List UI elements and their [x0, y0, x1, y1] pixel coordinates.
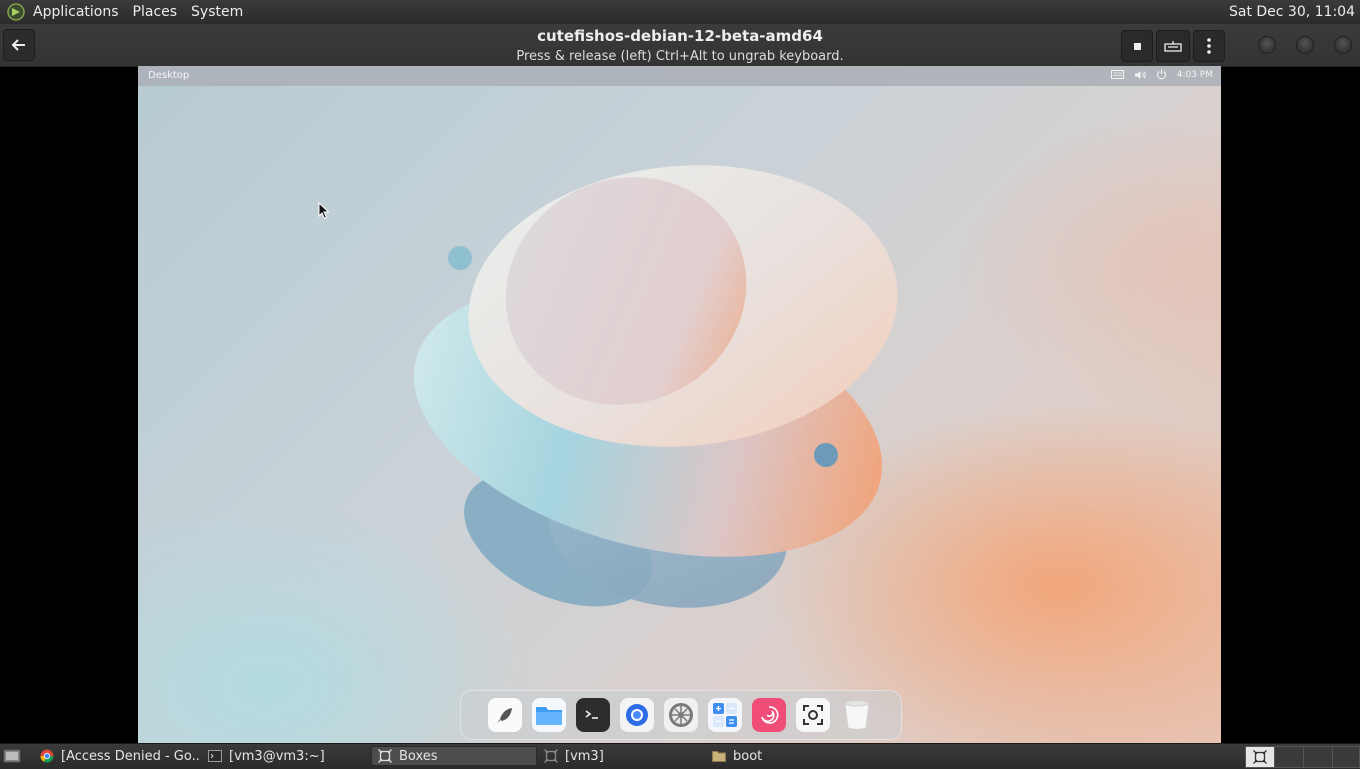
rocket-icon — [497, 708, 512, 723]
boxes-icon — [1253, 750, 1267, 764]
gear-icon — [669, 703, 693, 727]
stop-icon — [1133, 42, 1141, 50]
task-label: [vm3@vm3:~] — [229, 748, 325, 764]
volume-icon[interactable] — [1134, 70, 1146, 80]
dock-debian[interactable] — [752, 698, 786, 732]
task-label: [Access Denied - Go... — [61, 748, 200, 764]
keyboard-icon[interactable] — [1110, 70, 1124, 79]
folder-icon — [536, 707, 562, 725]
applications-menu[interactable]: Applications — [33, 4, 119, 20]
dock-launcher[interactable] — [488, 698, 522, 732]
task-chrome[interactable]: [Access Denied - Go... — [34, 746, 200, 766]
show-desktop-button[interactable] — [3, 748, 21, 764]
top-panel: Applications Places System Sat Dec 30, 1… — [0, 0, 1360, 25]
workspace-2[interactable] — [1274, 746, 1304, 768]
boxes-icon — [378, 749, 392, 763]
boxes-icon — [544, 749, 558, 763]
terminal-icon — [585, 710, 598, 719]
vm-display[interactable]: Desktop 4:03 PM — [138, 66, 1221, 743]
mouse-cursor-icon — [318, 202, 330, 220]
folder-icon — [712, 751, 726, 762]
force-shutdown-button[interactable] — [1121, 30, 1153, 62]
keyboard-icon — [1164, 41, 1182, 52]
distro-logo-icon[interactable] — [7, 3, 25, 21]
task-label: Boxes — [399, 748, 438, 764]
guest-wallpaper — [413, 165, 898, 608]
task-boot-folder[interactable]: boot — [706, 746, 872, 766]
guest-desktop-label: Desktop — [148, 70, 190, 81]
maximize-window-button[interactable] — [1296, 36, 1314, 54]
calculator-icon — [713, 703, 737, 727]
dock-browser[interactable] — [620, 698, 654, 732]
dock-files[interactable] — [532, 698, 566, 732]
workspace-4[interactable] — [1332, 746, 1360, 768]
dock-trash[interactable] — [840, 698, 874, 732]
workspace-3[interactable] — [1303, 746, 1333, 768]
bottom-panel: [Access Denied - Go... [vm3@vm3:~] Boxes… — [0, 743, 1360, 769]
workspace-switcher[interactable] — [1245, 746, 1275, 768]
debian-swirl-icon — [761, 706, 779, 724]
task-label: boot — [733, 748, 763, 764]
send-keys-button[interactable] — [1156, 30, 1190, 62]
task-terminal[interactable]: [vm3@vm3:~] — [202, 746, 368, 766]
trash-icon — [844, 701, 870, 730]
dock-settings[interactable] — [664, 698, 698, 732]
more-options-button[interactable] — [1193, 30, 1225, 62]
close-window-button[interactable] — [1334, 36, 1352, 54]
terminal-icon — [208, 750, 222, 762]
task-boxes[interactable]: Boxes — [371, 746, 537, 766]
task-vm3[interactable]: [vm3] — [538, 746, 704, 766]
power-icon[interactable] — [1156, 69, 1167, 80]
system-menu[interactable]: System — [191, 4, 243, 20]
guest-clock[interactable]: 4:03 PM — [1177, 70, 1213, 80]
places-menu[interactable]: Places — [133, 4, 178, 20]
kebab-menu-icon — [1207, 38, 1211, 54]
boxes-header-bar: cutefishos-debian-12-beta-amd64 Press & … — [0, 24, 1360, 67]
dock-calculator[interactable] — [708, 698, 742, 732]
browser-icon — [626, 704, 648, 726]
guest-top-bar: Desktop 4:03 PM — [138, 66, 1221, 86]
minimize-window-button[interactable] — [1258, 36, 1276, 54]
panel-clock[interactable]: Sat Dec 30, 11:04 — [1229, 4, 1355, 20]
dock-terminal[interactable] — [576, 698, 610, 732]
task-label: [vm3] — [565, 748, 604, 764]
dock-screenshot[interactable] — [796, 698, 830, 732]
guest-tray: 4:03 PM — [1110, 69, 1213, 80]
guest-dock — [460, 690, 902, 740]
chrome-icon — [40, 749, 54, 763]
camera-icon — [803, 705, 823, 725]
show-desktop-icon — [3, 749, 21, 763]
